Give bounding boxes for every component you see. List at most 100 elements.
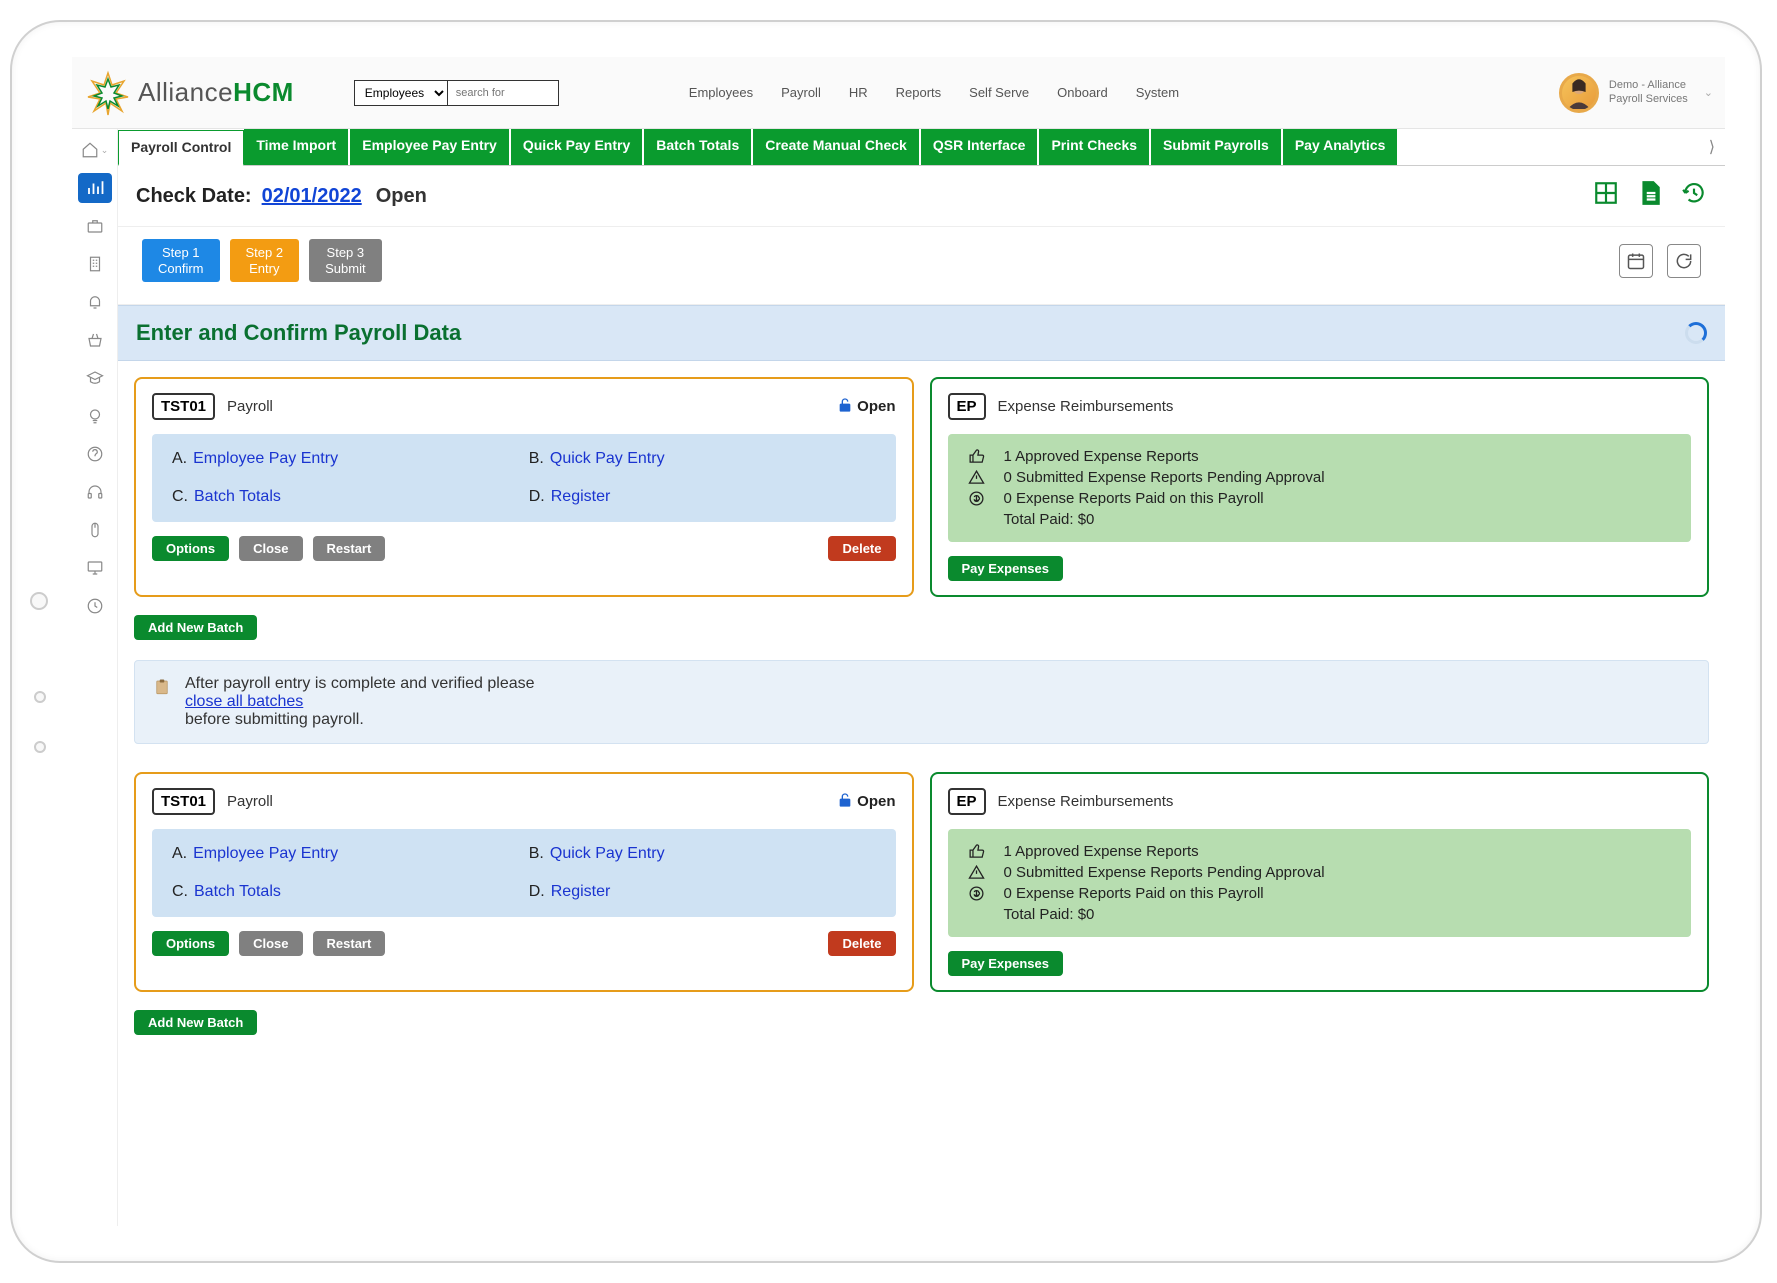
batch-code-badge: TST01 [152, 393, 215, 420]
tablet-volume-up [34, 691, 46, 703]
unlock-icon [837, 397, 853, 417]
sidebar-graduation-icon[interactable] [78, 363, 112, 393]
step-2-button[interactable]: Step 2Entry [230, 239, 300, 282]
sidebar-bell-icon[interactable] [78, 287, 112, 317]
document-icon[interactable] [1637, 180, 1663, 212]
expense-title: Expense Reimbursements [998, 793, 1174, 810]
section-header: Enter and Confirm Payroll Data [118, 305, 1725, 361]
tab-time-import[interactable]: Time Import [244, 129, 350, 165]
restart-button[interactable]: Restart [313, 536, 386, 561]
tab-overflow-icon[interactable]: ⟩ [1699, 129, 1725, 165]
batch-title: Payroll [227, 793, 273, 810]
batch-code-badge: TST01 [152, 788, 215, 815]
tab-quick-pay-entry[interactable]: Quick Pay Entry [511, 129, 644, 165]
chevron-down-icon: ⌄ [1704, 86, 1713, 99]
nav-reports[interactable]: Reports [896, 85, 942, 100]
sidebar-monitor-icon[interactable] [78, 553, 112, 583]
add-new-batch-button[interactable]: Add New Batch [134, 1010, 257, 1035]
sidebar-mouse-icon[interactable] [78, 515, 112, 545]
tab-print-checks[interactable]: Print Checks [1039, 129, 1151, 165]
tab-payroll-control[interactable]: Payroll Control [118, 130, 244, 166]
tablet-volume-down [34, 741, 46, 753]
calendar-icon[interactable] [1619, 244, 1653, 278]
refresh-icon[interactable] [1667, 244, 1701, 278]
pay-expenses-button[interactable]: Pay Expenses [948, 556, 1063, 581]
warning-icon [968, 469, 986, 486]
batch-links-panel: A.Employee Pay Entry B.Quick Pay Entry C… [152, 829, 896, 917]
link-quick-pay-entry[interactable]: Quick Pay Entry [550, 845, 665, 862]
check-date-label: Check Date: [136, 185, 252, 208]
nav-hr[interactable]: HR [849, 85, 868, 100]
pay-expenses-button[interactable]: Pay Expenses [948, 951, 1063, 976]
sidebar-stats-icon[interactable] [78, 173, 112, 203]
link-employee-pay-entry[interactable]: Employee Pay Entry [193, 845, 338, 862]
sidebar-lightbulb-icon[interactable] [78, 401, 112, 431]
link-quick-pay-entry[interactable]: Quick Pay Entry [550, 450, 665, 467]
search-scope-select[interactable]: Employees [355, 81, 448, 105]
step-1-button[interactable]: Step 1Confirm [142, 239, 220, 282]
nav-onboard[interactable]: Onboard [1057, 85, 1108, 100]
steps-row: Step 1Confirm Step 2Entry Step 3Submit [118, 227, 1725, 305]
sidebar-help-icon[interactable] [78, 439, 112, 469]
user-meta: Demo - Alliance Payroll Services [1609, 79, 1688, 105]
user-menu[interactable]: Demo - Alliance Payroll Services ⌄ [1559, 73, 1713, 113]
step-3-button[interactable]: Step 3Submit [309, 239, 381, 282]
sidebar-basket-icon[interactable] [78, 325, 112, 355]
expense-summary-panel: 1 Approved Expense Reports 0 Submitted E… [948, 434, 1692, 542]
logo-icon [84, 69, 132, 117]
delete-button[interactable]: Delete [828, 536, 895, 561]
close-all-batches-link[interactable]: close all batches [185, 693, 303, 710]
grid-icon[interactable] [1593, 180, 1619, 212]
check-date-link[interactable]: 02/01/2022 [262, 185, 362, 208]
tab-qsr-interface[interactable]: QSR Interface [921, 129, 1040, 165]
tab-submit-payrolls[interactable]: Submit Payrolls [1151, 129, 1283, 165]
link-batch-totals[interactable]: Batch Totals [194, 488, 281, 505]
link-batch-totals[interactable]: Batch Totals [194, 883, 281, 900]
link-register[interactable]: Register [551, 488, 611, 505]
logo-text: AllianceHCM [138, 77, 294, 108]
sidebar-briefcase-icon[interactable] [78, 211, 112, 241]
dollar-circle-icon [968, 490, 986, 507]
nav-payroll[interactable]: Payroll [781, 85, 821, 100]
payroll-batch-card: TST01 Payroll Open A.Employee Pay Entry … [134, 772, 914, 992]
nav-selfserve[interactable]: Self Serve [969, 85, 1029, 100]
link-employee-pay-entry[interactable]: Employee Pay Entry [193, 450, 338, 467]
top-nav: Employees Payroll HR Reports Self Serve … [689, 85, 1179, 100]
expense-code-badge: EP [948, 393, 986, 420]
search-input[interactable] [448, 81, 558, 105]
expense-code-badge: EP [948, 788, 986, 815]
close-button[interactable]: Close [239, 536, 302, 561]
chevron-down-icon: ⌄ [101, 145, 109, 156]
loading-spinner-icon [1685, 322, 1707, 344]
options-button[interactable]: Options [152, 536, 229, 561]
expense-total: Total Paid: $0 [1004, 906, 1672, 923]
tab-batch-totals[interactable]: Batch Totals [644, 129, 753, 165]
tablet-home-button [30, 592, 48, 610]
sidebar: ⌄ [72, 129, 118, 1226]
tab-create-manual-check[interactable]: Create Manual Check [753, 129, 921, 165]
expense-summary-panel: 1 Approved Expense Reports 0 Submitted E… [948, 829, 1692, 937]
link-register[interactable]: Register [551, 883, 611, 900]
restart-button[interactable]: Restart [313, 931, 386, 956]
main-content: Payroll Control Time Import Employee Pay… [118, 129, 1725, 1226]
options-button[interactable]: Options [152, 931, 229, 956]
sidebar-building-icon[interactable] [78, 249, 112, 279]
close-button[interactable]: Close [239, 931, 302, 956]
add-new-batch-button[interactable]: Add New Batch [134, 615, 257, 640]
section-title: Enter and Confirm Payroll Data [136, 320, 461, 346]
tab-bar: Payroll Control Time Import Employee Pay… [118, 129, 1725, 166]
delete-button[interactable]: Delete [828, 931, 895, 956]
search-block[interactable]: Employees [354, 80, 559, 106]
expense-card: EP Expense Reimbursements 1 Approved Exp… [930, 377, 1710, 597]
thumbs-up-icon [968, 843, 986, 860]
sidebar-headphones-icon[interactable] [78, 477, 112, 507]
nav-system[interactable]: System [1136, 85, 1179, 100]
nav-employees[interactable]: Employees [689, 85, 753, 100]
logo[interactable]: AllianceHCM [84, 69, 294, 117]
tab-employee-pay-entry[interactable]: Employee Pay Entry [350, 129, 511, 165]
sidebar-home-icon[interactable]: ⌄ [78, 135, 112, 165]
history-icon[interactable] [1681, 180, 1707, 212]
check-date-row: Check Date: 02/01/2022 Open [118, 166, 1725, 227]
tab-pay-analytics[interactable]: Pay Analytics [1283, 129, 1400, 165]
sidebar-clock-icon[interactable] [78, 591, 112, 621]
